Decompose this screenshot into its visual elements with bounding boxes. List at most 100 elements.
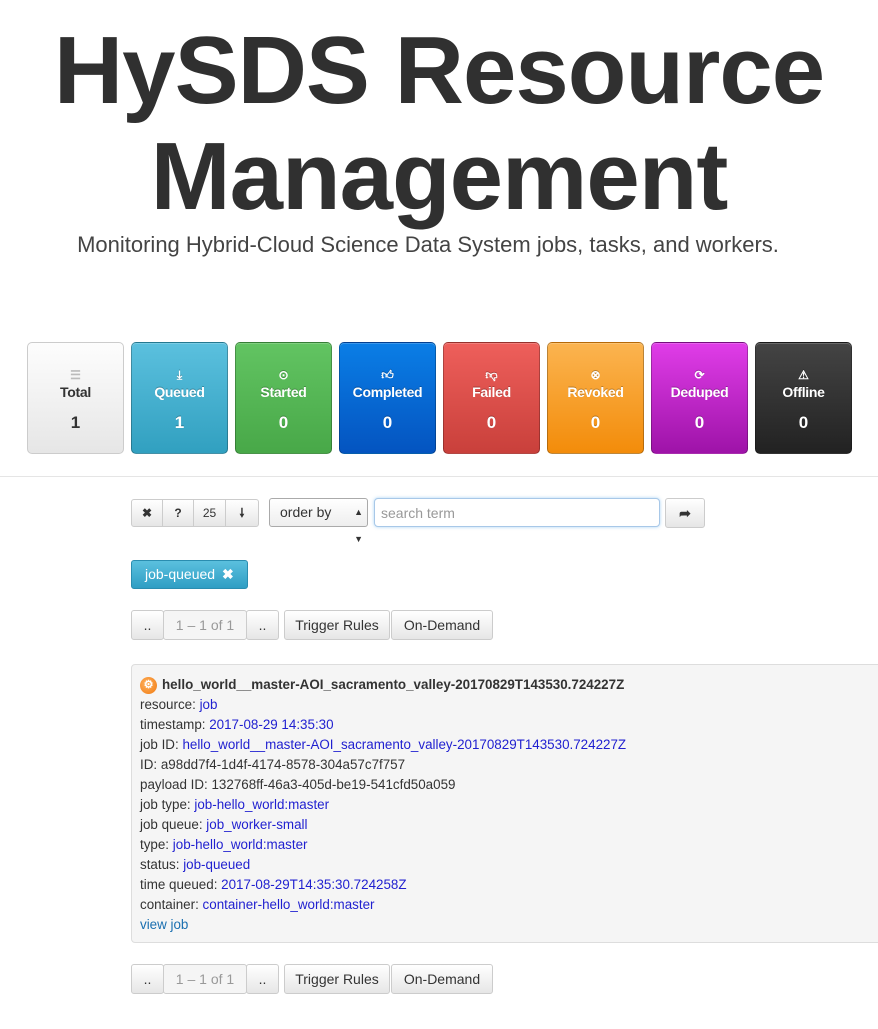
job-field-row: time queued: 2017-08-29T14:35:30.724258Z (140, 875, 878, 895)
search-go-button[interactable]: ➦ (665, 498, 705, 528)
chevron-down-icon: ▲ ▼ (354, 507, 363, 544)
tile-label: Total (60, 384, 91, 400)
tile-revoked[interactable]: ⊗ Revoked 0 (547, 342, 644, 454)
tile-count: 0 (694, 413, 705, 432)
page-title-line-2: Management (150, 123, 729, 230)
warning-icon: ⚠︎ (798, 368, 809, 382)
thumbs-down-icon: 👎︎ (485, 368, 498, 382)
tile-label: Offline (782, 384, 825, 400)
tile-count: 0 (798, 413, 809, 432)
field-key: ID: (140, 757, 158, 772)
tile-label: Completed (352, 384, 423, 400)
job-field-row: type: job-hello_world:master (140, 835, 878, 855)
page-size-button[interactable]: 25 (193, 499, 226, 527)
list-icon: ☰ (70, 368, 81, 382)
page-title: HySDS Resource Management (0, 18, 878, 230)
field-key: time queued: (140, 877, 218, 892)
order-by-value: order by (280, 504, 332, 520)
close-icon[interactable]: ✖ (222, 566, 234, 582)
thumbs-up-icon: 👍︎ (381, 368, 394, 382)
section-divider (0, 476, 878, 477)
play-circle-icon: ⊙ (278, 368, 289, 382)
pager-range: 1 – 1 of 1 (163, 964, 247, 994)
trigger-rules-button[interactable]: Trigger Rules (284, 964, 390, 994)
view-job-link[interactable]: view job (140, 917, 188, 932)
on-demand-button[interactable]: On-Demand (391, 964, 493, 994)
job-field-row: timestamp: 2017-08-29 14:35:30 (140, 715, 878, 735)
question-icon: ? (174, 506, 182, 520)
field-value-link[interactable]: container-hello_world:master (203, 897, 375, 912)
filter-tag[interactable]: job-queued ✖ (131, 560, 248, 589)
job-field-row: view job (140, 915, 878, 935)
job-field-row: job ID: hello_world__master-AOI_sacramen… (140, 735, 878, 755)
status-tiles: ☰ Total 1 ⤓ Queued 1 ⊙ Started 0 👍︎ Comp… (27, 342, 856, 456)
page-subtitle: Monitoring Hybrid-Cloud Science Data Sys… (77, 232, 779, 257)
tile-count: 0 (590, 413, 601, 432)
tile-completed[interactable]: 👍︎ Completed 0 (339, 342, 436, 454)
field-value-link[interactable]: hello_world__master-AOI_sacramento_valle… (182, 737, 626, 752)
tile-label: Queued (154, 384, 205, 400)
field-key: payload ID: (140, 777, 208, 792)
tile-label: Deduped (670, 384, 729, 400)
tile-deduped[interactable]: ⟳ Deduped 0 (651, 342, 748, 454)
tile-label: Revoked (567, 384, 624, 400)
tile-count: 0 (382, 413, 393, 432)
field-key: job queue: (140, 817, 203, 832)
download-button[interactable]: 🠗 (225, 499, 259, 527)
job-field-row: resource: job (140, 695, 878, 715)
field-value-link[interactable]: job-hello_world:master (173, 837, 308, 852)
help-button[interactable]: ? (162, 499, 194, 527)
pager-next-button[interactable]: .. (246, 964, 279, 994)
job-gears-icon: ⚙ (140, 676, 157, 694)
tile-count: 1 (174, 413, 185, 432)
pager-range: 1 – 1 of 1 (163, 610, 247, 640)
job-result-card: ⚙ hello_world__master-AOI_sacramento_val… (131, 664, 878, 943)
field-value: 132768ff-46a3-405d-be19-541cfd50a059 (211, 777, 456, 792)
share-arrow-icon: ➦ (679, 505, 691, 521)
tile-count: 0 (486, 413, 497, 432)
job-field-row: ID: a98dd7f4-1d4f-4174-8578-304a57c7f757 (140, 755, 878, 775)
job-title-row: ⚙ hello_world__master-AOI_sacramento_val… (140, 675, 878, 695)
order-by-select[interactable]: order by ▲ ▼ (269, 498, 368, 544)
field-key: status: (140, 857, 180, 872)
trigger-rules-button[interactable]: Trigger Rules (284, 610, 390, 640)
remove-circle-icon: ⊗ (590, 368, 601, 382)
field-value-link[interactable]: job-hello_world:master (194, 797, 329, 812)
field-value: a98dd7f4-1d4f-4174-8578-304a57c7f757 (160, 757, 406, 772)
tile-started[interactable]: ⊙ Started 0 (235, 342, 332, 454)
search-input[interactable] (374, 498, 660, 527)
field-key: resource: (140, 697, 196, 712)
job-title: hello_world__master-AOI_sacramento_valle… (162, 677, 625, 692)
field-value-link[interactable]: job_worker-small (206, 817, 307, 832)
filter-tag-label: job-queued (145, 566, 216, 582)
tile-label: Failed (472, 384, 511, 400)
pager-next-button[interactable]: .. (246, 610, 279, 640)
tile-label: Started (260, 384, 307, 400)
field-key: container: (140, 897, 199, 912)
field-key: timestamp: (140, 717, 206, 732)
close-icon: ✖ (141, 506, 153, 520)
tile-count: 1 (70, 413, 81, 432)
tile-total[interactable]: ☰ Total 1 (27, 342, 124, 454)
job-field-row: payload ID: 132768ff-46a3-405d-be19-541c… (140, 775, 878, 795)
on-demand-button[interactable]: On-Demand (391, 610, 493, 640)
field-key: job type: (140, 797, 191, 812)
job-field-row: status: job-queued (140, 855, 878, 875)
download-icon: ⤓ (176, 368, 183, 382)
field-value-link[interactable]: 2017-08-29 14:35:30 (209, 717, 333, 732)
field-value-link[interactable]: job-queued (183, 857, 250, 872)
tile-failed[interactable]: 👎︎ Failed 0 (443, 342, 540, 454)
tile-queued[interactable]: ⤓ Queued 1 (131, 342, 228, 454)
clear-button[interactable]: ✖ (131, 499, 163, 527)
page-title-line-1: HySDS Resource (53, 17, 825, 124)
field-value-link[interactable]: 2017-08-29T14:35:30.724258Z (221, 877, 406, 892)
refresh-icon: ⟳ (694, 368, 705, 382)
tile-offline[interactable]: ⚠︎ Offline 0 (755, 342, 852, 454)
tile-count: 0 (278, 413, 289, 432)
pager-prev-button[interactable]: .. (131, 610, 164, 640)
job-field-row: job type: job-hello_world:master (140, 795, 878, 815)
field-value-link[interactable]: job (200, 697, 218, 712)
field-key: job ID: (140, 737, 179, 752)
pager-prev-button[interactable]: .. (131, 964, 164, 994)
field-key: type: (140, 837, 170, 852)
